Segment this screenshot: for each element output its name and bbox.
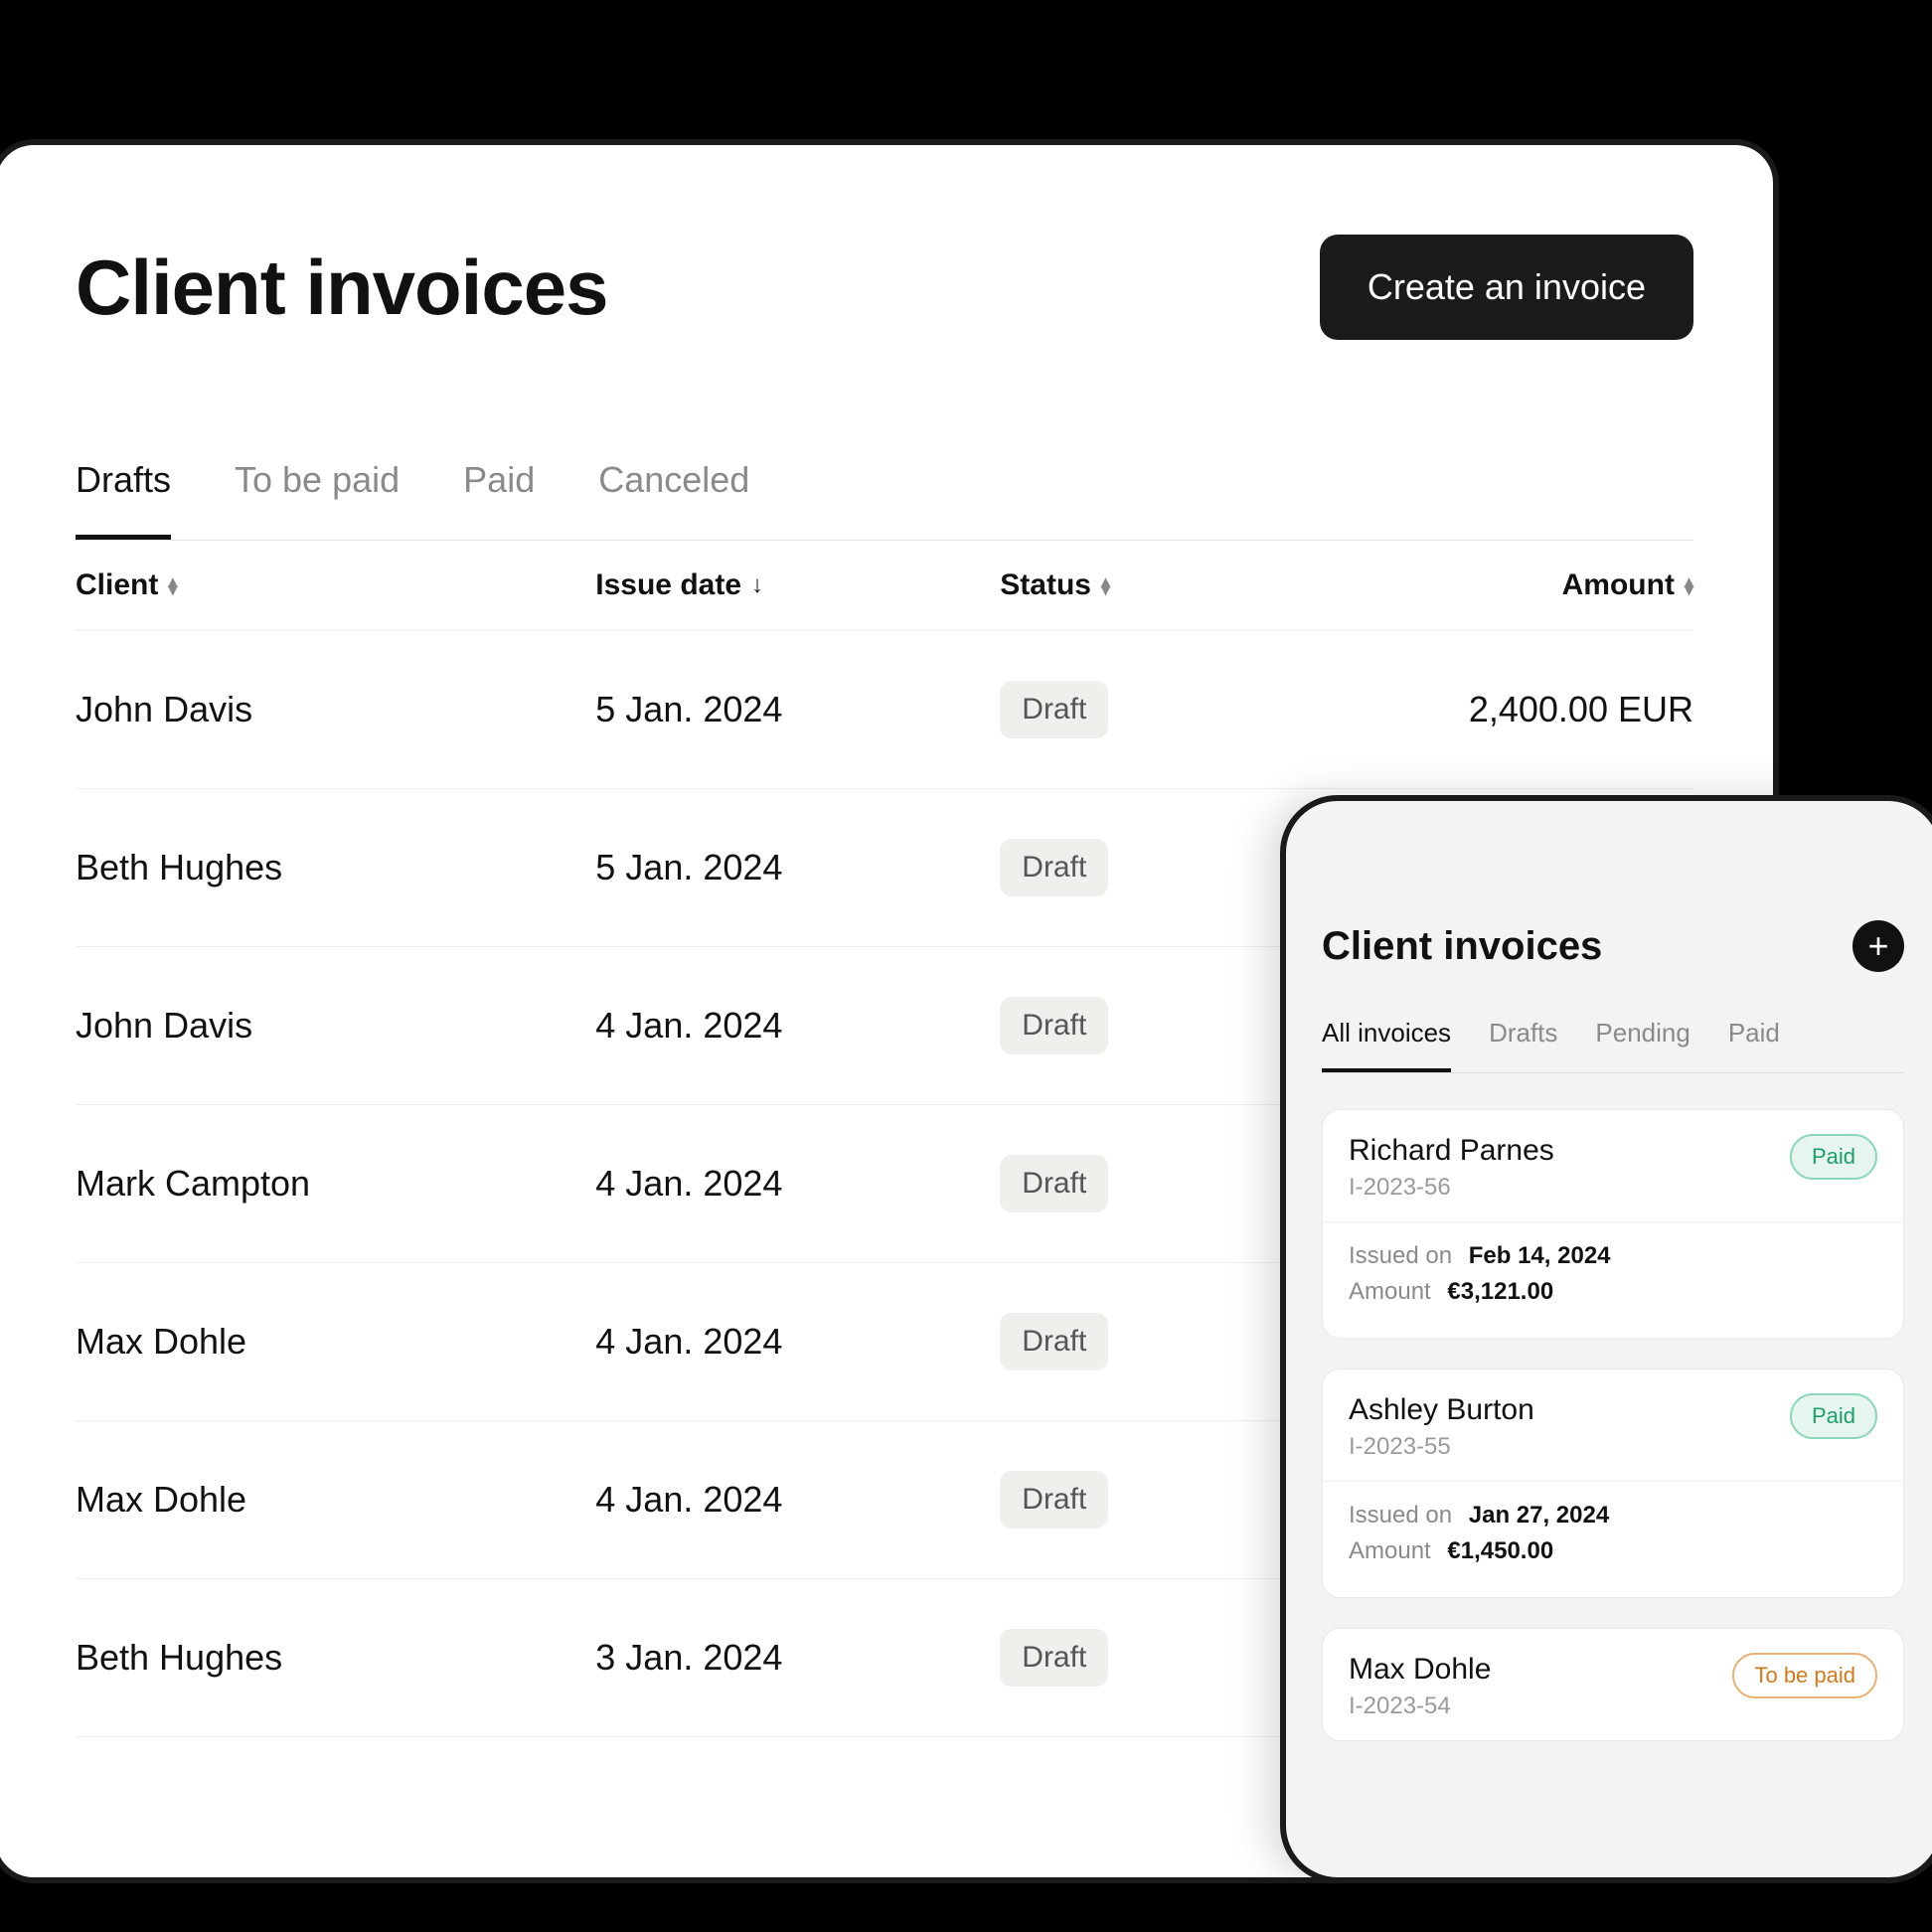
cell-amount: 2,400.00 EUR [1289,689,1693,730]
desktop-tabs: Drafts To be paid Paid Canceled [76,459,1693,541]
cell-client: John Davis [76,689,595,730]
m-tab-drafts[interactable]: Drafts [1489,1018,1557,1072]
col-issue-date[interactable]: Issue date ↓ [595,568,1000,602]
cell-issue: 3 Jan. 2024 [595,1637,1000,1679]
issued-label: Issued on [1349,1502,1452,1529]
mobile-tabs: All invoices Drafts Pending Paid [1322,1018,1904,1073]
status-badge: Draft [1000,1155,1108,1212]
col-status[interactable]: Status ▴▾ [1000,568,1289,602]
cell-issue: 4 Jan. 2024 [595,1479,1000,1521]
sort-icon: ▴▾ [168,577,177,593]
status-badge: Draft [1000,1471,1108,1529]
invoice-client: Richard Parnes [1349,1134,1554,1168]
issued-value: Feb 14, 2024 [1469,1242,1611,1269]
m-tab-paid[interactable]: Paid [1728,1018,1780,1072]
status-badge: Draft [1000,997,1108,1054]
cell-client: Mark Campton [76,1163,595,1205]
status-badge: Paid [1790,1393,1877,1439]
cell-issue: 4 Jan. 2024 [595,1005,1000,1046]
sort-icon: ▴▾ [1685,577,1693,593]
m-tab-pending[interactable]: Pending [1595,1018,1690,1072]
col-status-label: Status [1000,568,1091,602]
desktop-header: Client invoices Create an invoice [76,235,1693,340]
mobile-window: Client invoices + All invoices Drafts Pe… [1280,795,1932,1883]
invoice-client: Ashley Burton [1349,1393,1534,1427]
col-client[interactable]: Client ▴▾ [76,568,595,602]
status-badge: To be paid [1732,1653,1877,1698]
tab-to-be-paid[interactable]: To be paid [235,459,400,540]
cell-client: John Davis [76,1005,595,1046]
issued-label: Issued on [1349,1242,1452,1269]
m-tab-all[interactable]: All invoices [1322,1018,1451,1072]
status-badge: Draft [1000,1313,1108,1370]
page-title: Client invoices [76,242,608,333]
invoice-card[interactable]: Max Dohle I-2023-54 To be paid [1322,1628,1904,1741]
cell-client: Max Dohle [76,1479,595,1521]
status-badge: Draft [1000,839,1108,896]
cell-issue: 5 Jan. 2024 [595,689,1000,730]
cell-issue: 4 Jan. 2024 [595,1321,1000,1363]
cell-issue: 5 Jan. 2024 [595,847,1000,888]
col-issue-label: Issue date [595,568,741,602]
status-badge: Draft [1000,681,1108,738]
mobile-header: Client invoices + [1322,920,1904,972]
col-amount[interactable]: Amount ▴▾ [1289,568,1693,602]
table-row[interactable]: John Davis 5 Jan. 2024 Draft 2,400.00 EU… [76,631,1693,789]
cell-client: Beth Hughes [76,847,595,888]
tab-canceled[interactable]: Canceled [598,459,749,540]
create-invoice-button[interactable]: Create an invoice [1320,235,1693,340]
amount-label: Amount [1349,1278,1431,1305]
invoice-id: I-2023-56 [1349,1174,1554,1202]
issued-value: Jan 27, 2024 [1469,1502,1609,1529]
amount-label: Amount [1349,1537,1431,1564]
status-badge: Draft [1000,1629,1108,1687]
invoice-card[interactable]: Ashley Burton I-2023-55 Paid Issued on J… [1322,1368,1904,1598]
status-badge: Paid [1790,1134,1877,1180]
sort-icon: ▴▾ [1101,577,1110,593]
col-amount-label: Amount [1562,568,1675,602]
table-header: Client ▴▾ Issue date ↓ Status ▴▾ Amount … [76,541,1693,631]
cell-client: Max Dohle [76,1321,595,1363]
tab-drafts[interactable]: Drafts [76,459,171,540]
mobile-title: Client invoices [1322,924,1602,969]
plus-icon: + [1867,924,1888,968]
invoice-card[interactable]: Richard Parnes I-2023-56 Paid Issued on … [1322,1109,1904,1339]
amount-value: €3,121.00 [1447,1278,1553,1305]
amount-value: €1,450.00 [1447,1537,1553,1564]
tab-paid[interactable]: Paid [463,459,535,540]
add-invoice-button[interactable]: + [1852,920,1904,972]
invoice-id: I-2023-54 [1349,1692,1491,1720]
sort-down-icon: ↓ [751,571,763,599]
cell-client: Beth Hughes [76,1637,595,1679]
col-client-label: Client [76,568,158,602]
invoice-id: I-2023-55 [1349,1433,1534,1461]
cell-issue: 4 Jan. 2024 [595,1163,1000,1205]
invoice-client: Max Dohle [1349,1653,1491,1687]
